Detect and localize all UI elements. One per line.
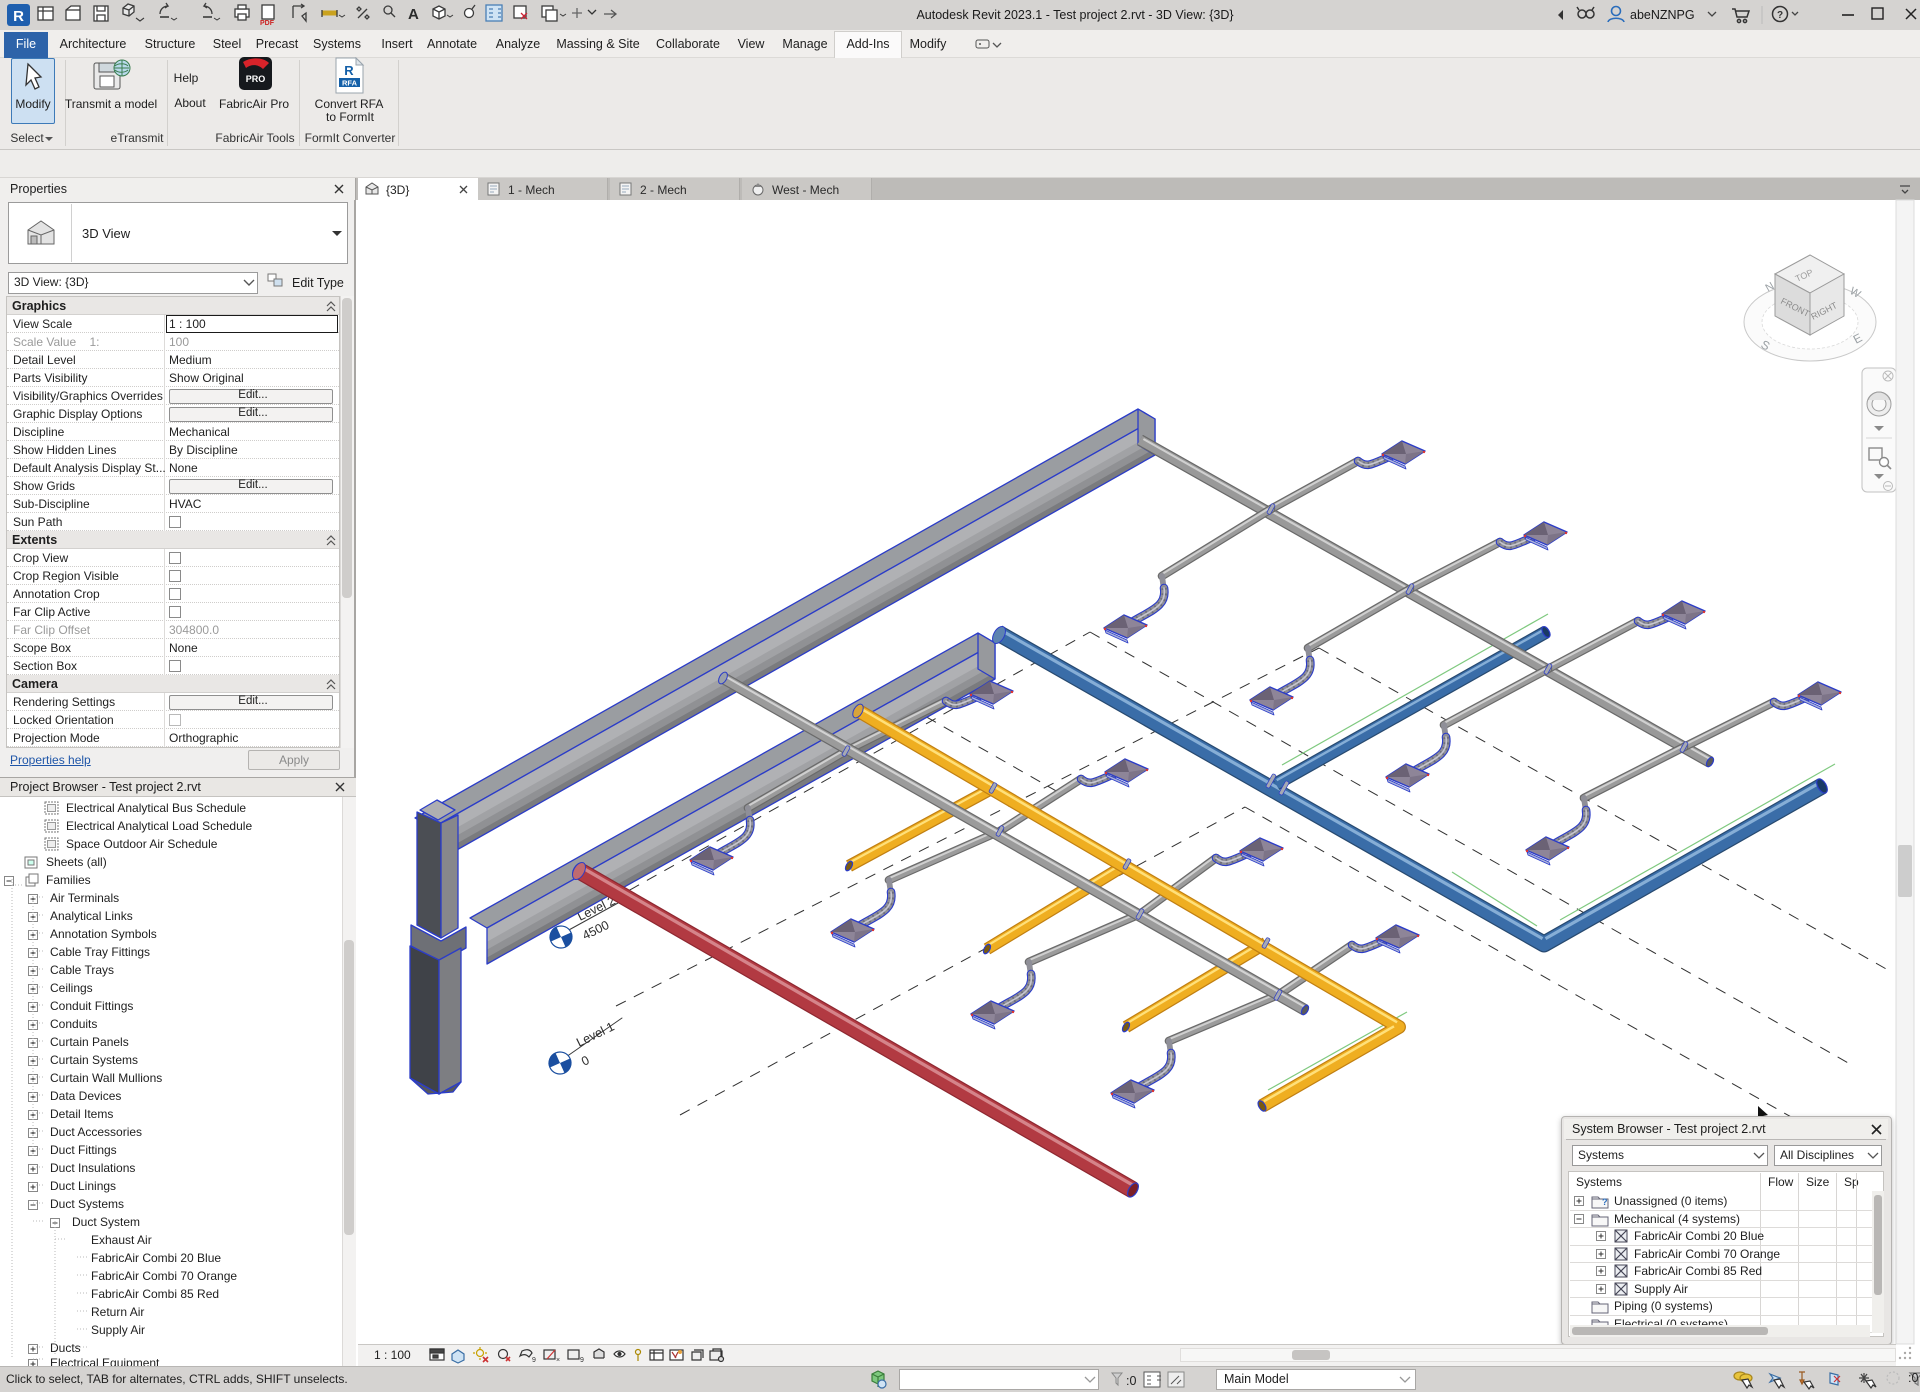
- svg-text:?: ?: [1602, 1197, 1608, 1207]
- svg-text:9: 9: [580, 1357, 584, 1364]
- svg-text:9: 9: [532, 1357, 536, 1364]
- svg-text::0: :0: [1126, 1374, 1136, 1388]
- svg-text:×: ×: [556, 1357, 560, 1364]
